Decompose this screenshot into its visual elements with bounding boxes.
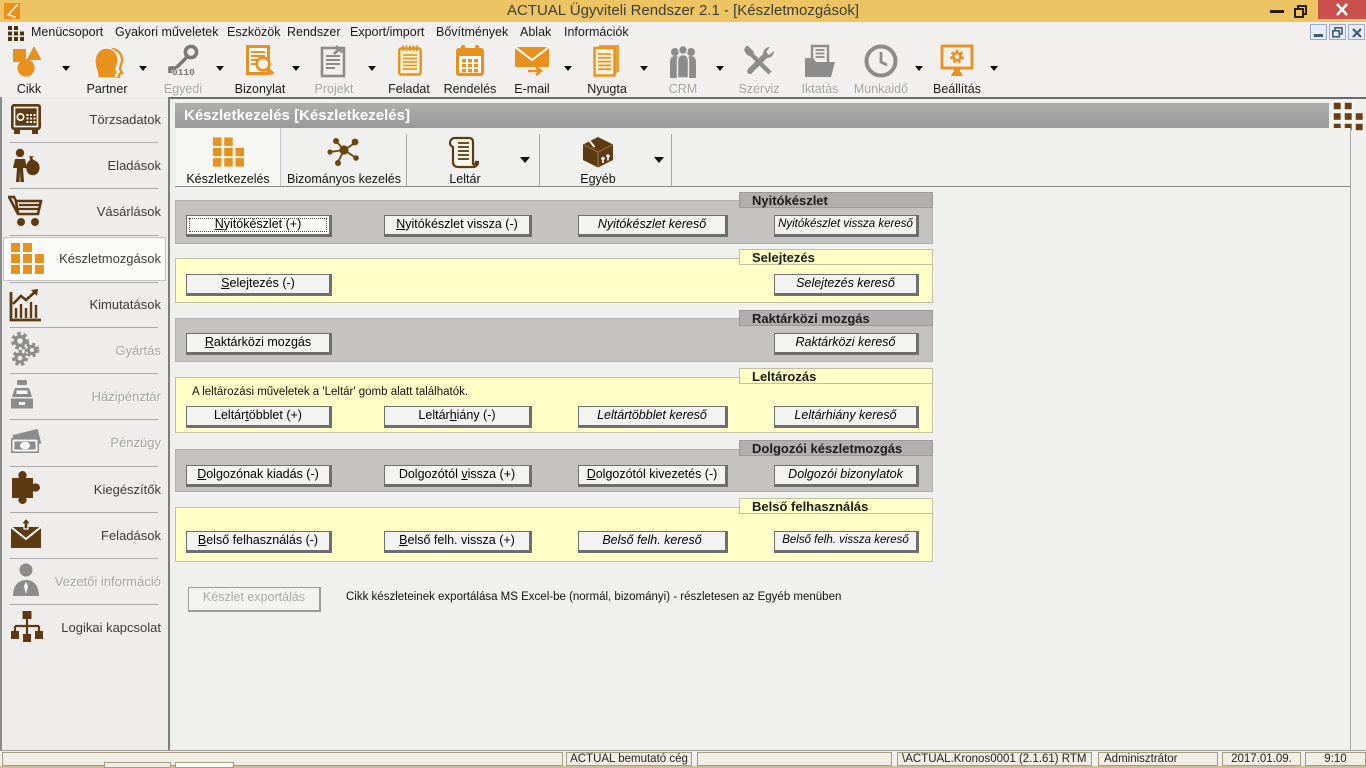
svg-text:0110: 0110: [172, 67, 195, 78]
